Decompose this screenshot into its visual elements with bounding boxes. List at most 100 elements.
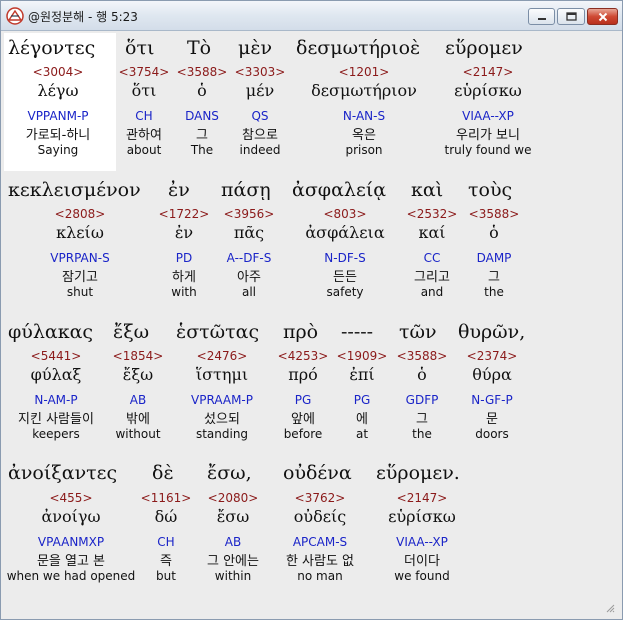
lemma: θύρα <box>472 365 512 384</box>
word-cell[interactable]: <3762> οὐδείς APCAM-S 한 사람도 없 no man <box>270 491 370 583</box>
greek-word[interactable]: ἔσω, <box>207 462 252 484</box>
word-cell[interactable]: <1161> δώ CH 즉 but <box>138 491 194 583</box>
word-cell[interactable]: <1909> ἐπί PG 에 at <box>336 349 388 441</box>
word-cell[interactable]: <1722> ἐν PD 하게 with <box>156 207 212 299</box>
word-cell[interactable]: <1854> ἔξω AB 밖에 without <box>110 349 166 441</box>
lemma: ὁ <box>489 223 499 242</box>
word-cell[interactable]: <455> ἀνοίγω VPAANMXP 문을 열고 본 when we ha… <box>4 491 138 583</box>
resize-grip-icon[interactable] <box>605 603 615 613</box>
morphology-code: AB <box>224 535 242 549</box>
app-window: @원정분해 - 행 5:23 λέγοντες ὅτι Τὸ μὲν δεσμω… <box>0 0 623 620</box>
greek-word[interactable]: φύλακας <box>8 321 93 343</box>
word-cell[interactable]: <2147> εὑρίσκω VIAA--XP 우리가 보니 truly fou… <box>440 65 536 157</box>
english-gloss: we found <box>394 569 450 583</box>
greek-word[interactable]: εὕρομεν <box>445 37 523 59</box>
word-cell[interactable]: <2532> καί CC 그리고 and <box>402 207 462 299</box>
word-cell[interactable]: <5441> φύλαξ N-AM-P 지킨 사람들이 keepers <box>4 349 108 441</box>
greek-word[interactable]: Τὸ <box>187 37 211 59</box>
korean-gloss: 밖에 <box>126 412 150 427</box>
greek-word[interactable]: πρὸ <box>283 321 318 343</box>
interlinear-view[interactable]: λέγοντες ὅτι Τὸ μὲν δεσμωτήριοὲ εὕρομεν … <box>4 33 617 615</box>
word-cell[interactable]: <2147> εὑρίσκω VIAA--XP 더이다 we found <box>374 491 470 583</box>
korean-gloss: 앞에 <box>291 412 315 427</box>
minimize-button[interactable] <box>528 8 555 25</box>
greek-word[interactable]: δὲ <box>152 462 174 484</box>
greek-word[interactable]: δεσμωτήριοὲ <box>296 37 420 59</box>
word-cell[interactable]: <3754> ὅτι CH 관하여 about <box>116 65 172 157</box>
greek-word[interactable]: ἀνοίξαντες <box>8 462 117 484</box>
lemma: οὐδείς <box>293 507 347 526</box>
greek-word[interactable]: κεκλεισμένον <box>8 179 141 201</box>
english-gloss: before <box>283 427 323 441</box>
greek-word[interactable]: εὕρομεν. <box>376 462 460 484</box>
english-gloss: Saying <box>37 143 79 157</box>
morphology-code: CH <box>135 109 153 123</box>
korean-gloss: 더이다 <box>404 554 440 569</box>
close-button[interactable] <box>587 8 618 25</box>
word-cell[interactable]: <803> ἀσφάλεια N-DF-S 든든 safety <box>294 207 396 299</box>
english-gloss: shut <box>66 285 94 299</box>
lemma: ἔξω <box>122 365 154 384</box>
word-cell[interactable]: <4253> πρό PG 앞에 before <box>276 349 330 441</box>
morphology-code: GDFP <box>405 393 439 407</box>
morphology-code: VPRPAN-S <box>50 251 110 265</box>
greek-word[interactable]: ἔξω <box>113 321 149 343</box>
english-gloss: at <box>355 427 369 441</box>
greek-word[interactable]: ἑστῶτας <box>176 321 259 343</box>
word-cell[interactable]: <2476> ἵστημι VPRAAM-P 섰으되 standing <box>180 349 264 441</box>
greek-word[interactable]: τοὺς <box>468 179 512 201</box>
lemma: εὑρίσκω <box>388 507 456 526</box>
word-cell[interactable]: <2808> κλείω VPRPAN-S 잠기고 shut <box>24 207 136 299</box>
korean-gloss: 든든 <box>333 270 357 285</box>
word-cell[interactable]: <2080> ἔσω AB 그 안에는 within <box>200 491 266 583</box>
morphology-code: QS <box>251 109 269 123</box>
strong-number: <2532> <box>406 207 458 221</box>
greek-word[interactable]: λέγοντες <box>8 37 95 59</box>
word-cell[interactable]: <3588> ὁ DANS 그 The <box>174 65 230 157</box>
lemma: πρό <box>288 365 318 384</box>
word-cell[interactable]: <3588> ὁ DAMP 그 the <box>464 207 524 299</box>
minimize-icon <box>537 17 546 20</box>
lemma: εὑρίσκω <box>454 81 522 100</box>
strong-number: <4253> <box>277 349 329 363</box>
greek-word[interactable]: οὐδένα <box>283 462 352 484</box>
lemma: ὅτι <box>131 81 157 100</box>
word-cell[interactable]: <3956> πᾶς A--DF-S 아주 all <box>216 207 282 299</box>
word-cell[interactable]: <2374> θύρα N-GF-P 문 doors <box>462 349 522 441</box>
english-gloss: with <box>171 285 197 299</box>
english-gloss: within <box>214 569 252 583</box>
english-gloss: prison <box>345 143 383 157</box>
greek-word[interactable]: μὲν <box>238 37 272 59</box>
maximize-button[interactable] <box>557 8 585 25</box>
greek-word[interactable]: ἐν <box>168 179 190 201</box>
greek-word[interactable]: ὅτι <box>125 37 154 59</box>
title-bar[interactable]: @원정분해 - 행 5:23 <box>1 1 622 31</box>
morphology-code: N-AN-S <box>342 109 386 123</box>
word-cell[interactable]: <3303> μέν QS 참으로 indeed <box>230 65 290 157</box>
morphology-code: APCAM-S <box>292 535 348 549</box>
strong-number: <3762> <box>294 491 346 505</box>
english-gloss: indeed <box>239 143 281 157</box>
morphology-code: N-AM-P <box>34 393 78 407</box>
greek-word[interactable]: καὶ <box>411 179 443 201</box>
word-cell[interactable]: <1201> δεσμωτήριον N-AN-S 옥은 prison <box>296 65 432 157</box>
word-cell[interactable]: <3588> ὁ GDFP 그 the <box>394 349 450 441</box>
greek-word[interactable]: ----- <box>341 321 373 343</box>
english-gloss: the <box>412 427 432 441</box>
greek-word[interactable]: θυρῶν, <box>458 321 525 343</box>
lemma: δεσμωτήριον <box>311 81 417 100</box>
lemma: δώ <box>154 507 178 526</box>
greek-word[interactable]: τῶν <box>399 321 437 343</box>
greek-word[interactable]: πάσῃ <box>221 179 271 201</box>
lemma: μέν <box>245 81 275 100</box>
strong-number: <2808> <box>54 207 106 221</box>
english-gloss: doors <box>475 427 509 441</box>
word-cell[interactable]: <3004> λέγω VPPANM-P 가로되-하니 Saying <box>4 65 112 157</box>
english-gloss: safety <box>326 285 364 299</box>
greek-word[interactable]: ἀσφαλείᾳ <box>292 179 386 201</box>
korean-gloss: 그 <box>416 412 428 427</box>
app-logo-icon <box>6 7 24 25</box>
korean-gloss: 그 안에는 <box>207 554 259 569</box>
strong-number: <803> <box>323 207 367 221</box>
korean-gloss: 하게 <box>172 270 196 285</box>
